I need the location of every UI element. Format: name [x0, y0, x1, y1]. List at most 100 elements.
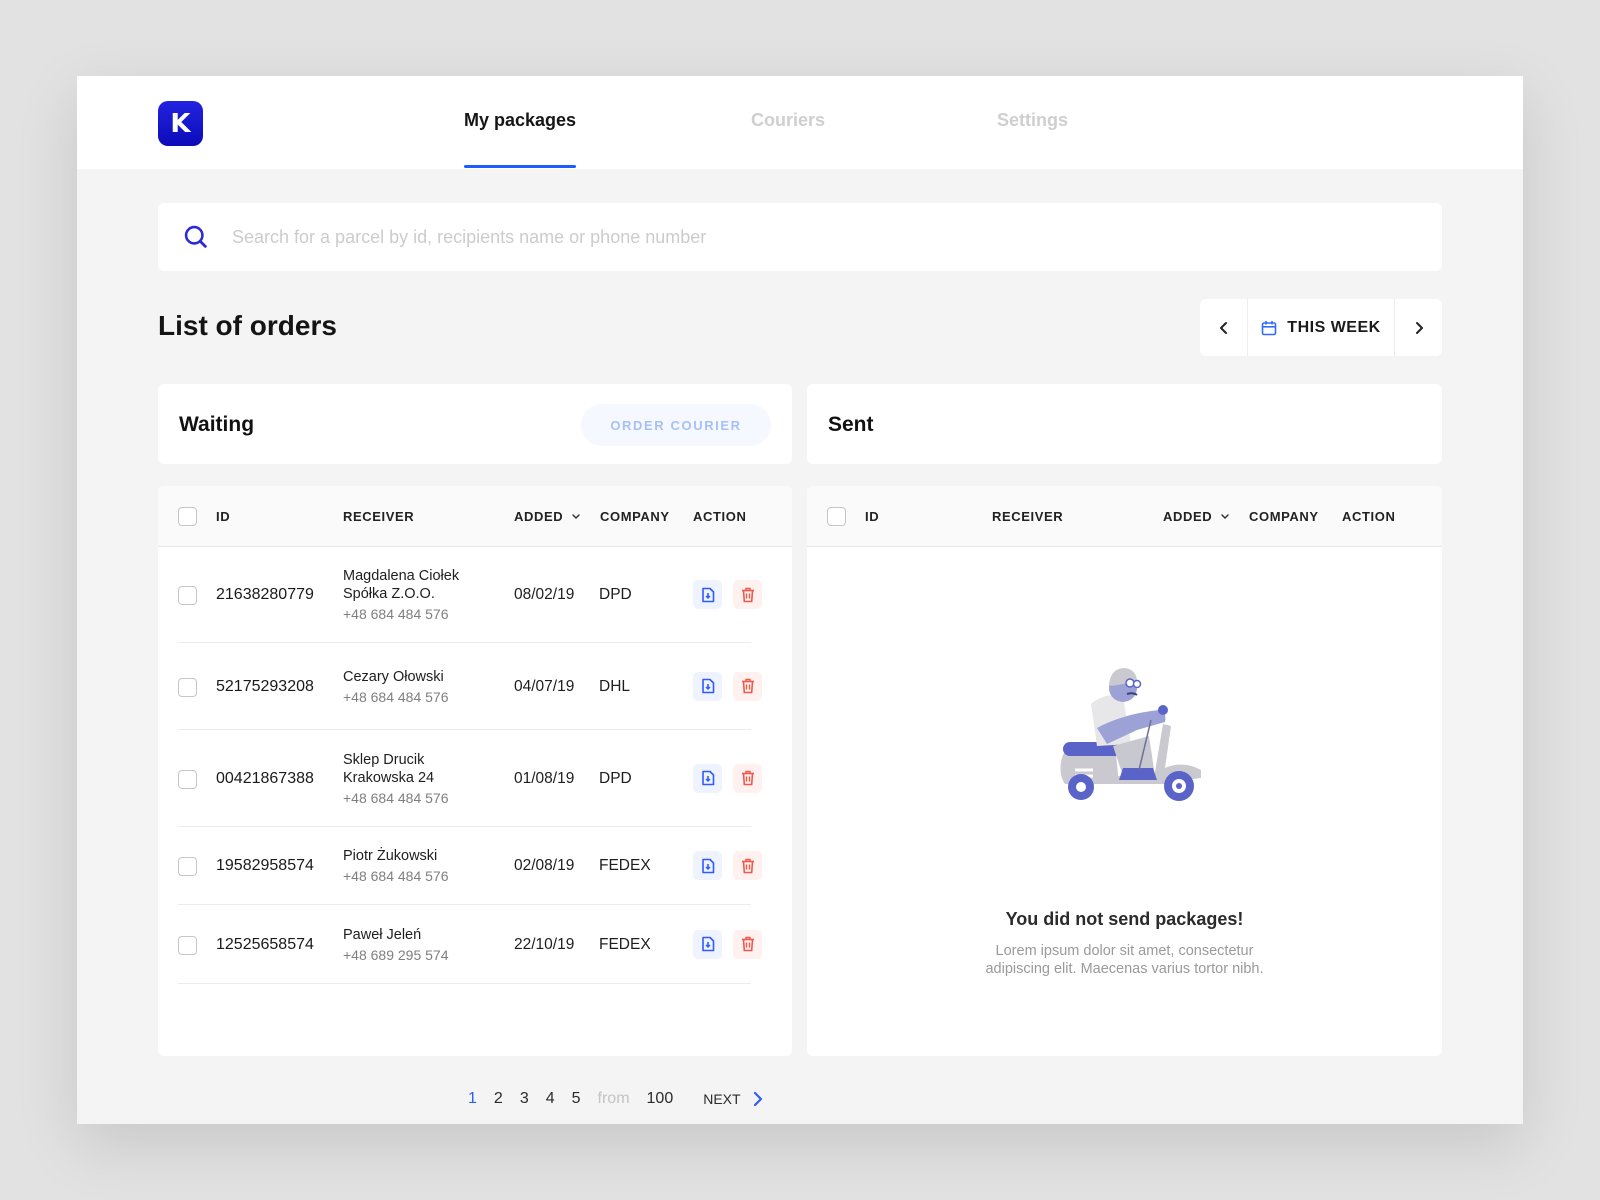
- tab-my-packages[interactable]: My packages: [464, 110, 577, 168]
- trash-icon: [741, 678, 754, 694]
- column-receiver[interactable]: RECEIVER: [343, 509, 414, 524]
- column-added-label: ADDED: [514, 509, 564, 524]
- previous-period-button[interactable]: [1200, 299, 1247, 356]
- receiver-name: Magdalena Ciołek: [343, 568, 460, 584]
- top-navigation-bar: K My packages Couriers Settings: [77, 76, 1523, 169]
- tab-couriers[interactable]: Couriers: [751, 110, 825, 131]
- receiver-phone: +48 684 484 576: [343, 868, 449, 884]
- page-2[interactable]: 2: [494, 1090, 503, 1108]
- empty-state-title: You did not send packages!: [1005, 909, 1244, 929]
- table-header: ID RECEIVER ADDED COMPANY ACTION: [158, 486, 792, 547]
- pagination-from-label: from: [597, 1090, 630, 1107]
- app-logo[interactable]: K: [158, 101, 203, 146]
- company: FEDEX: [599, 857, 651, 874]
- page-3[interactable]: 3: [520, 1090, 529, 1108]
- select-all-checkbox[interactable]: [178, 507, 197, 526]
- chevron-left-icon: [1219, 321, 1227, 334]
- receiver: Magdalena Ciołek Spółka Z.O.O. +48 684 4…: [343, 567, 459, 623]
- chevron-right-icon[interactable]: [753, 1091, 763, 1107]
- receiver-name-line2: Krakowska 24: [343, 769, 435, 786]
- column-added[interactable]: ADDED: [514, 509, 581, 524]
- delete-order-button[interactable]: [733, 929, 762, 959]
- calendar-icon: [1261, 320, 1277, 335]
- trash-icon: [741, 858, 754, 873]
- company: DHL: [599, 677, 631, 695]
- company: DPD: [599, 586, 632, 603]
- logo-letter: K: [170, 108, 191, 139]
- row-checkbox[interactable]: [178, 769, 197, 789]
- download-label-button[interactable]: [693, 671, 722, 701]
- delete-order-button[interactable]: [733, 763, 762, 793]
- period-label: THIS WEEK: [1287, 318, 1381, 336]
- download-label-button[interactable]: [693, 580, 722, 609]
- receiver-phone: +48 689 295 574: [343, 946, 449, 963]
- search-input[interactable]: [232, 226, 1332, 248]
- row-checkbox[interactable]: [178, 857, 197, 876]
- pagination-total: 100: [646, 1090, 674, 1107]
- column-receiver[interactable]: RECEIVER: [992, 509, 1063, 524]
- document-download-icon: [701, 936, 714, 952]
- tab-label: Couriers: [751, 110, 826, 130]
- table-row[interactable]: 12525658574 Paweł Jeleń +48 689 295 574 …: [178, 905, 762, 984]
- next-period-button[interactable]: [1395, 299, 1442, 356]
- column-action: ACTION: [1342, 509, 1396, 524]
- download-label-button[interactable]: [693, 851, 722, 880]
- table-row[interactable]: 19582958574 Piotr Żukowski +48 684 484 5…: [178, 827, 762, 905]
- sent-panel-header: Sent: [807, 384, 1442, 464]
- column-added[interactable]: ADDED: [1163, 509, 1230, 524]
- receiver-name: Sklep Drucik: [343, 751, 425, 768]
- download-label-button[interactable]: [693, 929, 722, 959]
- next-page-button[interactable]: NEXT: [703, 1091, 740, 1107]
- row-checkbox[interactable]: [178, 586, 197, 605]
- order-id: 21638280779: [216, 586, 314, 603]
- added-date: 02/08/19: [514, 857, 575, 874]
- sort-chevron-down-icon: [1221, 514, 1230, 520]
- delete-order-button[interactable]: [733, 851, 762, 880]
- select-all-checkbox[interactable]: [827, 507, 846, 526]
- table-row[interactable]: 00421867388 Sklep Drucik Krakowska 24 +4…: [178, 730, 762, 827]
- column-company[interactable]: COMPANY: [600, 509, 670, 524]
- receiver-name: Paweł Jeleń: [343, 926, 422, 943]
- trash-icon: [741, 770, 754, 786]
- waiting-table: ID RECEIVER ADDED COMPANY ACTION 2163828…: [158, 486, 792, 1056]
- page-5[interactable]: 5: [572, 1090, 581, 1108]
- order-id: 52175293208: [216, 677, 314, 695]
- added-date: 22/10/19: [514, 935, 575, 953]
- period-label-button[interactable]: THIS WEEK: [1247, 299, 1395, 356]
- pagination: 1 2 3 4 5 from 100 NEXT: [468, 1090, 763, 1108]
- page-1[interactable]: 1: [468, 1090, 477, 1108]
- search-icon[interactable]: [182, 223, 210, 251]
- order-id: 19582958574: [216, 857, 314, 874]
- receiver: Sklep Drucik Krakowska 24 +48 684 484 57…: [343, 751, 449, 807]
- receiver: Cezary Ołowski +48 684 484 576: [343, 668, 449, 706]
- column-id[interactable]: ID: [865, 509, 879, 524]
- company: DPD: [599, 769, 632, 787]
- trash-icon: [741, 587, 754, 602]
- row-checkbox[interactable]: [178, 935, 197, 955]
- order-id: 12525658574: [216, 935, 314, 953]
- period-selector: THIS WEEK: [1200, 299, 1442, 356]
- added-date: 01/08/19: [514, 769, 575, 787]
- table-row[interactable]: 21638280779 Magdalena Ciołek Spółka Z.O.…: [178, 547, 762, 643]
- receiver-name-line2: Spółka Z.O.O.: [343, 586, 435, 602]
- waiting-title: Waiting: [179, 413, 255, 436]
- document-download-icon: [701, 858, 714, 873]
- receiver-name: Cezary Ołowski: [343, 668, 444, 685]
- delete-order-button[interactable]: [733, 671, 762, 701]
- tab-settings[interactable]: Settings: [997, 110, 1068, 131]
- document-download-icon: [701, 770, 714, 786]
- receiver: Paweł Jeleń +48 689 295 574: [343, 926, 449, 964]
- added-date: 08/02/19: [514, 586, 575, 603]
- sent-table: ID RECEIVER ADDED COMPANY ACTION You did…: [807, 486, 1442, 1056]
- column-company[interactable]: COMPANY: [1249, 509, 1319, 524]
- document-download-icon: [701, 678, 714, 694]
- delete-order-button[interactable]: [733, 580, 762, 609]
- download-label-button[interactable]: [693, 763, 722, 793]
- row-checkbox[interactable]: [178, 677, 197, 697]
- receiver: Piotr Żukowski +48 684 484 576: [343, 847, 449, 885]
- table-row[interactable]: 52175293208 Cezary Ołowski +48 684 484 5…: [178, 643, 762, 730]
- column-id[interactable]: ID: [216, 509, 230, 524]
- document-download-icon: [701, 587, 714, 602]
- page-4[interactable]: 4: [546, 1090, 555, 1108]
- order-courier-button[interactable]: ORDER COURIER: [581, 404, 771, 446]
